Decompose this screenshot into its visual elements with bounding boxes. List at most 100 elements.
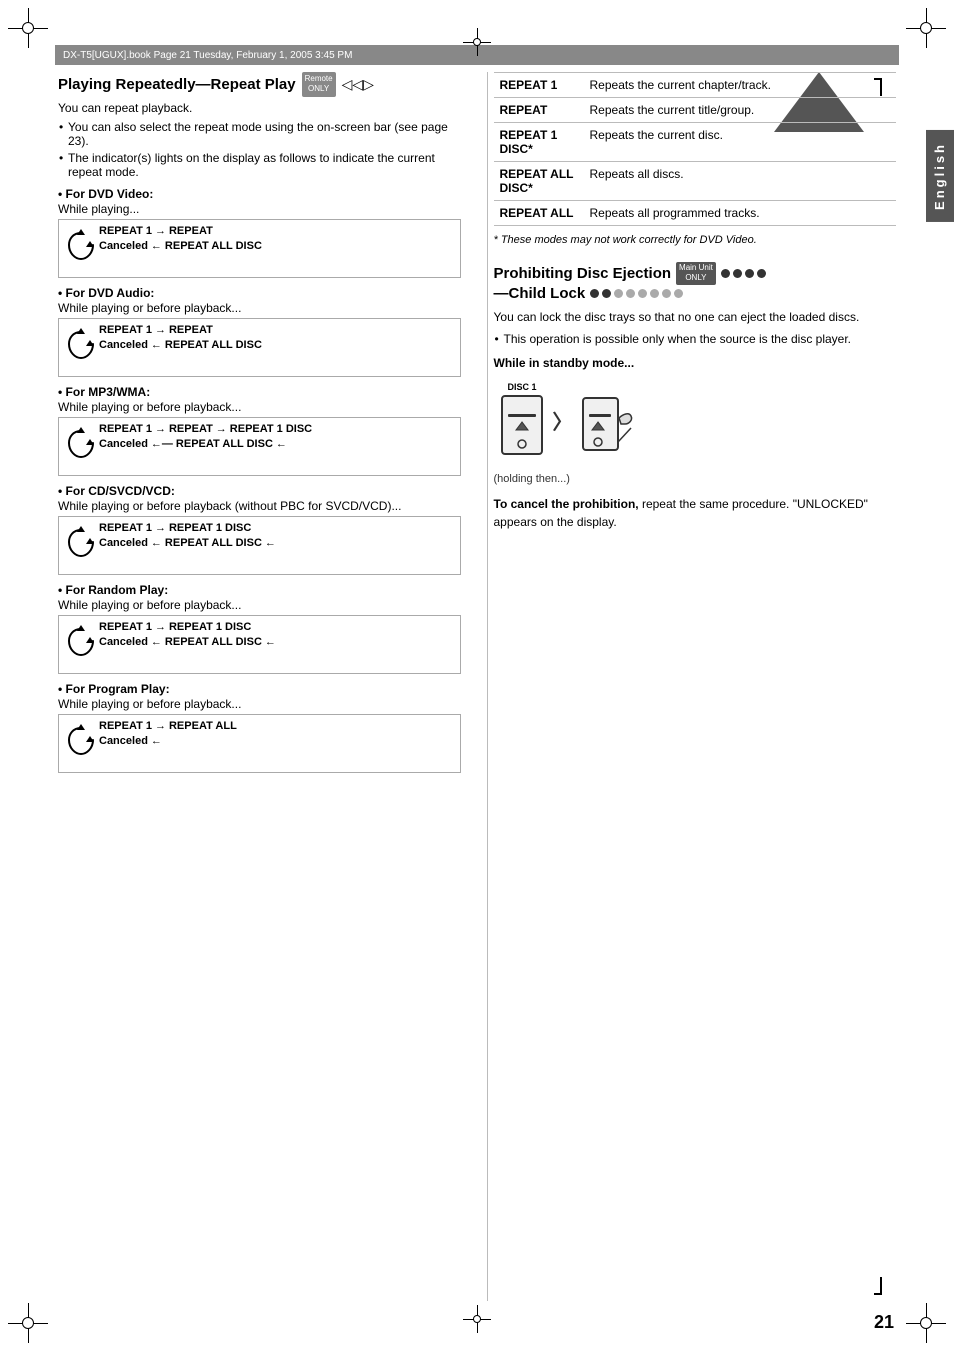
prohibiting-bullet: • This operation is possible only when t… [504,330,897,348]
table-row-repeatall: REPEAT ALL Repeats all programmed tracks… [494,201,897,226]
repeat-icon-random [67,621,95,668]
intro-text: You can repeat playback. [58,101,461,115]
disc-with-finger-svg [581,388,636,453]
repeat-icon-mp3 [67,423,95,470]
arrow-right-illustration: 〉 [553,406,573,435]
repeatall-desc: Repeats all programmed tracks. [584,201,897,226]
dot-1 [721,269,730,278]
repeatall-mode: REPEAT ALL [494,201,584,226]
corner-br [906,1303,946,1343]
dot-10 [650,289,659,298]
program-play-label: • For Program Play: [58,682,461,696]
repeat1-mode: REPEAT 1 [494,73,584,98]
child-lock-title: —Child Lock [494,285,586,302]
dot-11 [662,289,671,298]
dvd-audio-flow-text: REPEAT 1 → REPEAT Canceled ← REPEAT ALL … [99,324,454,351]
main-unit-badge: Main UnitONLY [676,262,716,285]
cd-svcd-vcd-flow-text: REPEAT 1 → REPEAT 1 DISC Canceled ← REPE… [99,522,454,549]
dot-4 [757,269,766,278]
main-content: Playing Repeatedly—Repeat Play RemoteONL… [58,72,896,1301]
disc-unit-svg [500,394,545,459]
dot-12 [674,289,683,298]
repeatalldisc-mode: REPEAT ALL DISC* [494,162,584,201]
cd-svcd-vcd-label: • For CD/SVCD/VCD: [58,484,461,498]
english-tab: English [926,130,954,222]
table-row-repeat1disc: REPEAT 1 DISC* Repeats the current disc. [494,123,897,162]
repeat-icon-cd [67,522,95,569]
page-number: 21 [874,1312,894,1333]
program-play-flow: REPEAT 1 → REPEAT ALL Canceled ← [58,714,461,773]
corner-tr [906,8,946,48]
program-play-flow-text: REPEAT 1 → REPEAT ALL Canceled ← [99,720,454,747]
prohibiting-title: Prohibiting Disc Ejection [494,265,672,282]
dot-3 [745,269,754,278]
standby-label: While in standby mode... [494,356,897,370]
prohibiting-title-row: Prohibiting Disc Ejection Main UnitONLY [494,262,897,285]
repeat-icon-dvd-video [67,225,95,272]
repeat1-desc: Repeats the current chapter/track. [584,73,897,98]
dvd-video-flow-text: REPEAT 1 → REPEAT Canceled ← REPEAT ALL … [99,225,454,252]
dvd-audio-label: • For DVD Audio: [58,286,461,300]
dot-2 [733,269,742,278]
dvd-audio-flow: REPEAT 1 → REPEAT Canceled ← REPEAT ALL … [58,318,461,377]
left-column: Playing Repeatedly—Repeat Play RemoteONL… [58,72,471,1301]
section-title-text: Playing Repeatedly—Repeat Play [58,76,296,93]
cancel-prohibition-text: To cancel the prohibition, repeat the sa… [494,495,897,531]
random-play-label: • For Random Play: [58,583,461,597]
mp3-wma-sub: While playing or before playback... [58,400,461,414]
dvd-video-label: • For DVD Video: [58,187,461,201]
dot-group-1 [721,269,766,278]
table-row-repeat: REPEAT Repeats the current title/group. [494,98,897,123]
english-label: English [932,142,947,210]
footnote: * These modes may not work correctly for… [494,234,897,246]
random-play-sub: While playing or before playback... [58,598,461,612]
playing-repeatedly-title: Playing Repeatedly—Repeat Play RemoteONL… [58,72,461,97]
cd-svcd-vcd-flow: REPEAT 1 → REPEAT 1 DISC Canceled ← REPE… [58,516,461,575]
repeat-mode: REPEAT [494,98,584,123]
bullet-2: • The indicator(s) lights on the display… [68,151,461,179]
child-lock-title-row: —Child Lock [494,285,897,302]
cd-svcd-vcd-sub: While playing or before playback (withou… [58,499,461,513]
dvd-video-sub: While playing... [58,202,461,216]
dot-7 [614,289,623,298]
dot-9 [638,289,647,298]
random-play-flow: REPEAT 1 → REPEAT 1 DISC Canceled ← REPE… [58,615,461,674]
center-crosshair-top [463,28,491,56]
dvd-video-flow: REPEAT 1 → REPEAT Canceled ← REPEAT ALL … [58,219,461,278]
dot-8 [626,289,635,298]
right-column: REPEAT 1 Repeats the current chapter/tra… [487,72,897,1301]
prohibiting-intro: You can lock the disc trays so that no o… [494,308,897,326]
dot-5 [590,289,599,298]
disc-unit-with-finger [581,388,636,453]
holding-text: (holding then...) [494,473,897,485]
repeat-desc: Repeats the current title/group. [584,98,897,123]
disc-unit: DISC 1 [500,382,545,459]
repeat1disc-desc: Repeats the current disc. [584,123,897,162]
remote-badge: RemoteONLY [302,72,336,97]
sound-icon: ◁◁▷ [342,76,374,93]
repeat-icon-program [67,720,95,767]
dvd-audio-sub: While playing or before playback... [58,301,461,315]
table-row-repeat1: REPEAT 1 Repeats the current chapter/tra… [494,73,897,98]
repeat-table: REPEAT 1 Repeats the current chapter/tra… [494,72,897,226]
header-text: DX-T5[UGUX].book Page 21 Tuesday, Februa… [63,50,352,61]
table-row-repeatalldisc: REPEAT ALL DISC* Repeats all discs. [494,162,897,201]
repeat-icon-dvd-audio [67,324,95,371]
child-lock-illustration: DISC 1 〉 [494,376,897,465]
dot-group-2 [590,289,683,298]
bullet-1: • You can also select the repeat mode us… [68,120,461,148]
corner-bl [8,1303,48,1343]
mp3-wma-flow-text: REPEAT 1 → REPEAT → REPEAT 1 DISC Cancel… [99,423,454,450]
corner-tl [8,8,48,48]
cancel-bold: To cancel the prohibition, [494,497,639,511]
mp3-wma-label: • For MP3/WMA: [58,385,461,399]
main-unit-badge-container: Main UnitONLY [676,262,716,285]
prohibiting-section: Prohibiting Disc Ejection Main UnitONLY … [494,262,897,302]
random-play-flow-text: REPEAT 1 → REPEAT 1 DISC Canceled ← REPE… [99,621,454,648]
dot-6 [602,289,611,298]
program-play-sub: While playing or before playback... [58,697,461,711]
repeatalldisc-desc: Repeats all discs. [584,162,897,201]
disc-label: DISC 1 [507,382,536,392]
center-crosshair-bottom [463,1305,491,1333]
repeat1disc-mode: REPEAT 1 DISC* [494,123,584,162]
